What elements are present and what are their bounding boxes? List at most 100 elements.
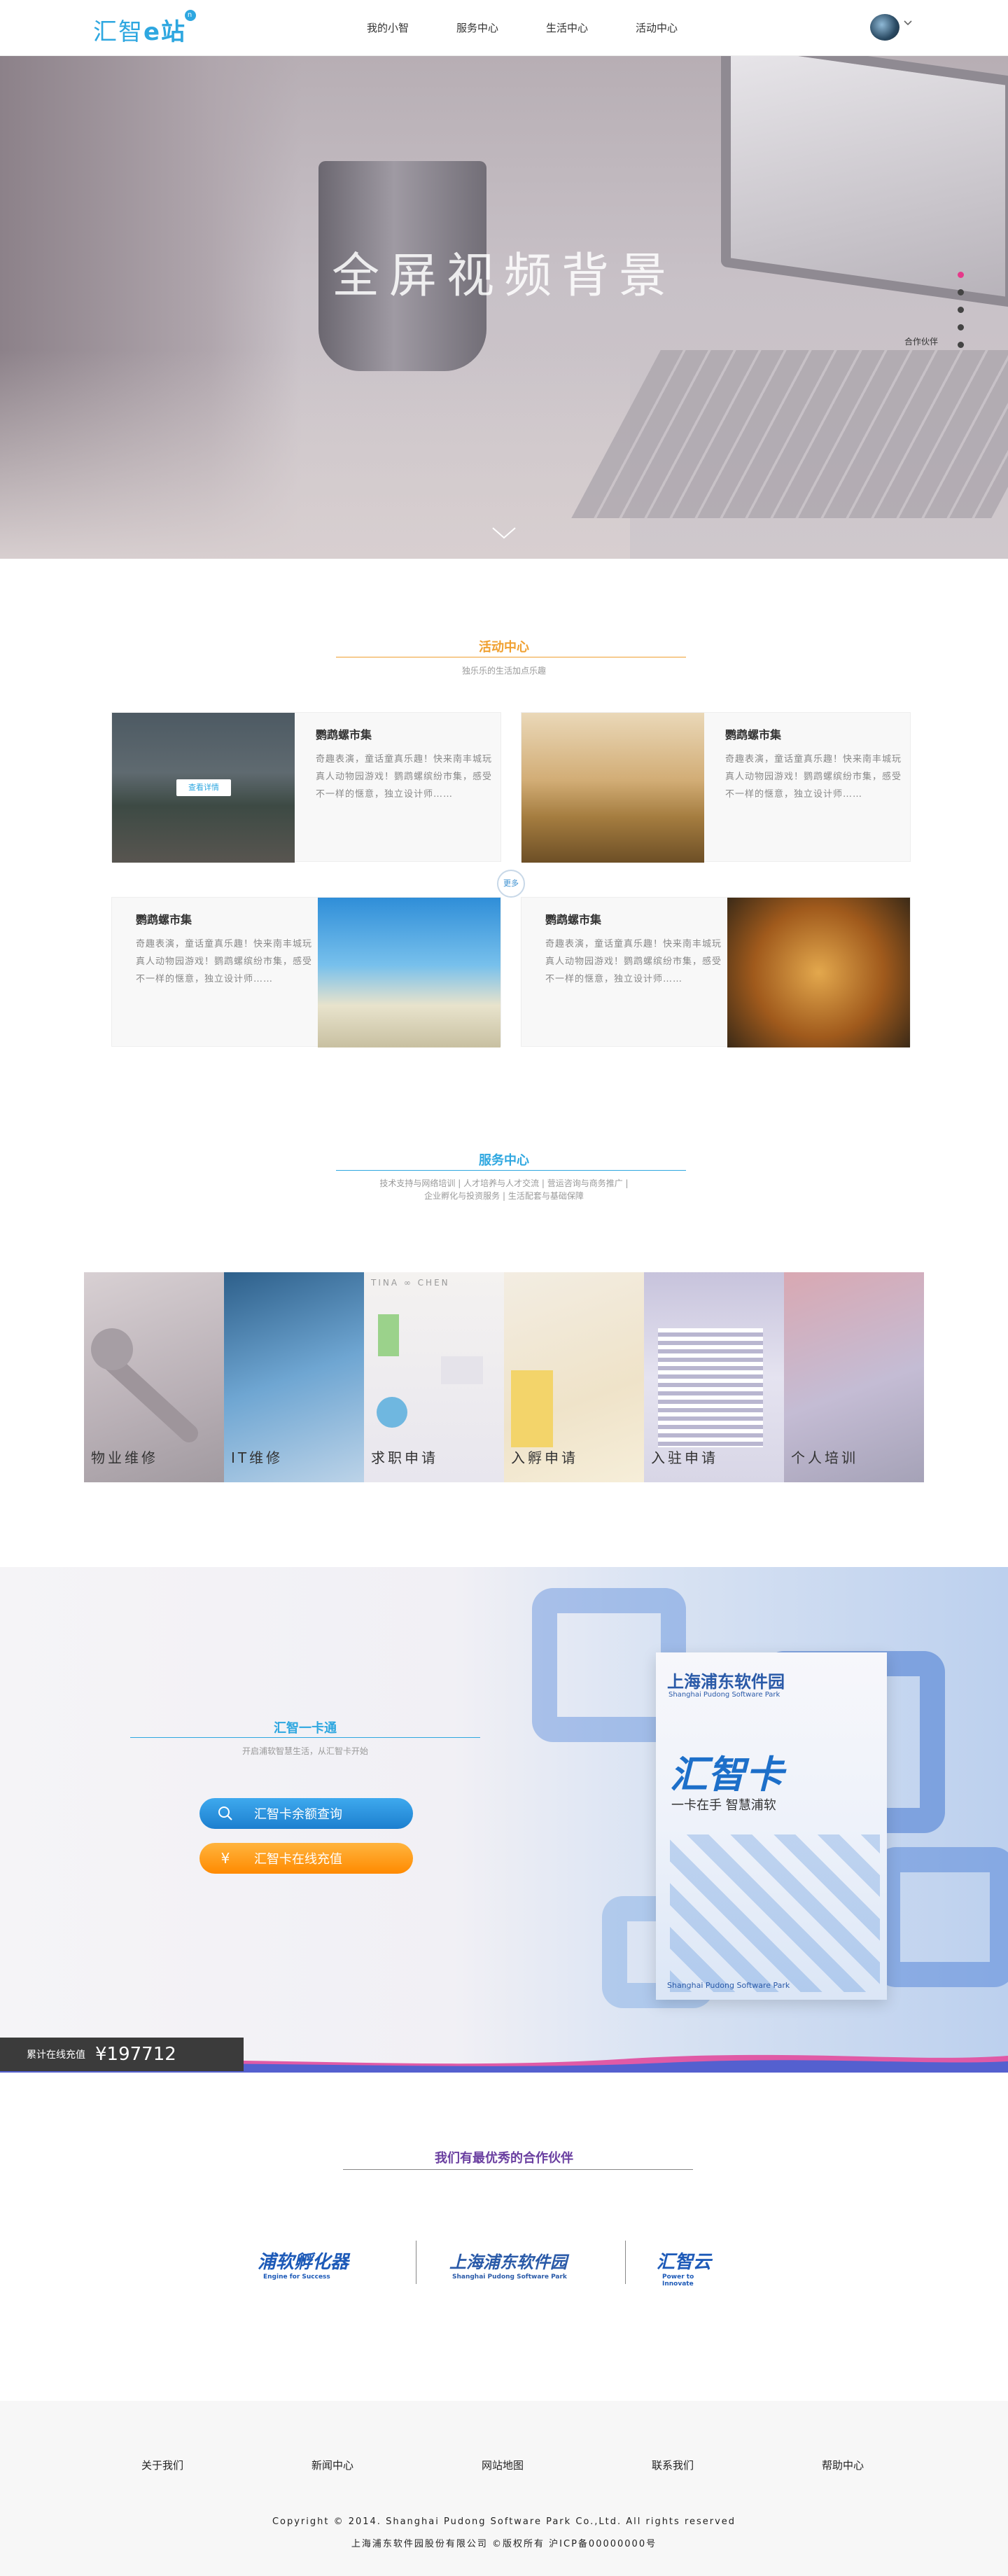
huizhi-card-title: 汇智一卡通: [274, 1721, 337, 1736]
partner-logo-huizhi-cloud[interactable]: 汇智云 Power to Innovate: [657, 2243, 712, 2288]
hero-laptop-keyboard: [571, 350, 1008, 518]
footer-link-help[interactable]: 帮助中心: [794, 2458, 892, 2472]
hero-title: 全屏视频背景: [331, 249, 676, 304]
activity-card-image: [727, 898, 910, 1047]
online-recharge-label: 汇智卡在线充值: [254, 1852, 342, 1867]
footer-link-news[interactable]: 新闻中心: [284, 2458, 382, 2472]
service-tile-incubation-application[interactable]: 入孵申请: [504, 1272, 644, 1482]
partner-divider: [625, 2241, 626, 2284]
copyright-text: Copyright © 2014. Shanghai Pudong Softwa…: [272, 2516, 736, 2527]
dot-nav-item[interactable]: [958, 324, 964, 330]
service-title-underline: [336, 1170, 686, 1171]
service-tile-label: 入驻申请: [651, 1449, 718, 1466]
scroll-down-icon[interactable]: [490, 520, 518, 548]
nav-activity-center[interactable]: 活动中心: [612, 0, 701, 56]
activity-card-title: 鹦鹉螺市集: [136, 913, 192, 926]
bg-blob: [875, 1847, 1008, 1987]
card-brand-en: Shanghai Pudong Software Park: [668, 1691, 780, 1699]
hero-video-background: 全屏视频背景: [0, 56, 1008, 559]
activity-card-title: 鹦鹉螺市集: [316, 728, 372, 742]
activity-card-title: 鹦鹉螺市集: [725, 728, 782, 742]
balance-query-label: 汇智卡余额查询: [254, 1807, 342, 1822]
footer-link-about[interactable]: 关于我们: [113, 2458, 211, 2472]
partner-name: 浦软孵化器: [258, 2251, 349, 2273]
partner-name: 汇智云: [657, 2251, 712, 2273]
partner-tagline: Power to Innovate: [662, 2274, 694, 2288]
total-recharge-badge: 累计在线充值 ¥197712: [0, 2038, 244, 2071]
activity-title: 活动中心: [479, 640, 529, 655]
section-dots-nav: [958, 272, 966, 359]
card-brand-en-footer: Shanghai Pudong Software Park: [667, 1981, 790, 1990]
partner-logo-incubator[interactable]: 浦软孵化器 Engine for Success: [258, 2243, 349, 2281]
activity-card[interactable]: 查看详情 鹦鹉螺市集 奇趣表演，童话童真乐趣！快来南丰城玩真人动物园游戏！鹦鹉螺…: [111, 712, 501, 863]
footer-link-sitemap[interactable]: 网站地图: [454, 2458, 552, 2472]
activity-card-image: 查看详情: [112, 713, 295, 863]
view-detail-button[interactable]: 查看详情: [176, 779, 231, 796]
service-tile-property-repair[interactable]: 物业维修: [84, 1272, 224, 1482]
site-footer: [0, 2401, 1008, 2576]
partner-logo-software-park[interactable]: 上海浦东软件园 Shanghai Pudong Software Park: [449, 2243, 567, 2281]
service-tile-label: 求职申请: [371, 1449, 438, 1466]
activity-card-desc: 奇趣表演，童话童真乐趣！快来南丰城玩真人动物园游戏！鹦鹉螺缤纷市集，感受不一样的…: [545, 939, 722, 984]
nav-my-xiaozhi[interactable]: 我的小智: [343, 0, 433, 56]
activity-card-text: 鹦鹉螺市集 奇趣表演，童话童真乐趣！快来南丰城玩真人动物园游戏！鹦鹉螺缤纷市集，…: [316, 725, 498, 803]
service-tile-it-repair[interactable]: IT维修: [224, 1272, 364, 1482]
activity-card-desc: 奇趣表演，童话童真乐趣！快来南丰城玩真人动物园游戏！鹦鹉螺缤纷市集，感受不一样的…: [316, 754, 493, 800]
nav-service-center[interactable]: 服务中心: [433, 0, 522, 56]
footer-link-contact[interactable]: 联系我们: [624, 2458, 722, 2472]
activity-card-image: [318, 898, 500, 1047]
balance-query-button[interactable]: 汇智卡余额查询: [200, 1798, 413, 1829]
user-avatar[interactable]: [870, 14, 899, 41]
partner-tagline: Shanghai Pudong Software Park: [452, 2274, 567, 2281]
service-tile-label: IT维修: [231, 1449, 284, 1466]
service-tile-settle-application[interactable]: 入驻申请: [644, 1272, 784, 1482]
activity-card[interactable]: 鹦鹉螺市集 奇趣表演，童话童真乐趣！快来南丰城玩真人动物园游戏！鹦鹉螺缤纷市集，…: [521, 897, 911, 1047]
logo-e-mark: e站: [144, 18, 187, 46]
dot-nav-label: 合作伙伴: [904, 337, 939, 347]
total-recharge-value: ¥197712: [95, 2044, 176, 2065]
service-subtitle-line1: 技术支持与网络培训 | 人才培养与人才交流 | 营运咨询与商务推广 |: [379, 1178, 629, 1188]
huizhi-card-subtitle: 开启浦软智慧生活，从汇智卡开始: [241, 1746, 368, 1756]
total-recharge-label: 累计在线充值: [27, 2049, 85, 2061]
partner-tagline: Engine for Success: [263, 2274, 330, 2281]
icp-text: 上海浦东软件园股份有限公司 ©版权所有 沪ICP备00000000号: [351, 2539, 657, 2549]
yuan-icon: ¥: [220, 1850, 230, 1867]
main-nav: 我的小智 服务中心 生活中心 活动中心: [343, 0, 701, 56]
partners-title: 我们有最优秀的合作伙伴: [435, 2151, 573, 2166]
more-button[interactable]: 更多: [497, 870, 525, 898]
chevron-down-icon[interactable]: [903, 20, 913, 27]
service-tile-label: 入孵申请: [511, 1449, 578, 1466]
online-recharge-button[interactable]: ¥ 汇智卡在线充值: [200, 1843, 413, 1874]
site-logo[interactable]: 汇智e站 n: [93, 10, 197, 47]
building-image: [658, 1328, 763, 1447]
svc3-brand: TINA ∞ CHEN: [371, 1278, 450, 1288]
dot-nav-item[interactable]: [958, 272, 964, 278]
card-pattern: [670, 1834, 880, 1992]
logo-text: 汇智: [93, 18, 144, 46]
service-subtitle-line2: 企业孵化与投资服务 | 生活配套与基础保障: [424, 1191, 584, 1201]
activity-card-text: 鹦鹉螺市集 奇趣表演，童话童真乐趣！快来南丰城玩真人动物园游戏！鹦鹉螺缤纷市集，…: [136, 910, 318, 988]
huizhi-card-image: 上海浦东软件园 Shanghai Pudong Software Park 汇智…: [656, 1652, 887, 2000]
activity-card-title: 鹦鹉螺市集: [545, 913, 602, 926]
card-brand: 上海浦东软件园: [667, 1672, 785, 1692]
activity-card-desc: 奇趣表演，童话童真乐趣！快来南丰城玩真人动物园游戏！鹦鹉螺缤纷市集，感受不一样的…: [136, 939, 313, 984]
service-tile-personal-training[interactable]: 个人培训: [784, 1272, 924, 1482]
activity-card[interactable]: 鹦鹉螺市集 奇趣表演，童话童真乐趣！快来南丰城玩真人动物园游戏！鹦鹉螺缤纷市集，…: [111, 897, 501, 1047]
activity-subtitle: 独乐乐的生活加点乐趣: [461, 666, 546, 676]
dot-nav-item[interactable]: [958, 342, 964, 348]
dot-nav-item[interactable]: [958, 289, 964, 295]
activity-card-image: [522, 713, 704, 863]
logo-badge: n: [185, 10, 197, 21]
service-tile-label: 个人培训: [791, 1449, 858, 1466]
activity-card[interactable]: 鹦鹉螺市集 奇趣表演，童话童真乐趣！快来南丰城玩真人动物园游戏！鹦鹉螺缤纷市集，…: [521, 712, 911, 863]
huizhi-card-title-underline: [130, 1737, 480, 1738]
service-tile-label: 物业维修: [91, 1449, 158, 1466]
partner-name: 上海浦东软件园: [449, 2252, 567, 2272]
activity-card-text: 鹦鹉螺市集 奇趣表演，童话童真乐趣！快来南丰城玩真人动物园游戏！鹦鹉螺缤纷市集，…: [545, 910, 727, 988]
service-tile-job-application[interactable]: TINA ∞ CHEN 求职申请: [364, 1272, 504, 1482]
site-header: 汇智e站 n 我的小智 服务中心 生活中心 活动中心: [0, 0, 1008, 56]
dot-nav-item[interactable]: [958, 307, 964, 313]
service-title: 服务中心: [479, 1153, 529, 1168]
nav-life-center[interactable]: 生活中心: [522, 0, 612, 56]
search-icon: [218, 1806, 232, 1820]
